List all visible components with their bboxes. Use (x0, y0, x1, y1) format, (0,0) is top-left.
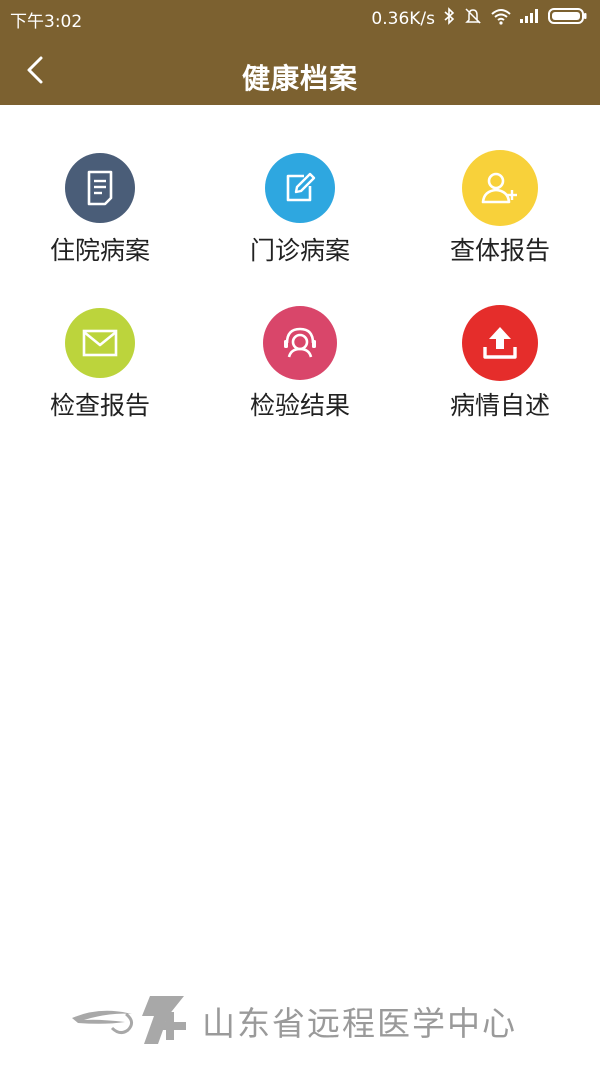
org-name: 山东省远程医学中心 (202, 1004, 517, 1043)
headset-user-icon (263, 306, 337, 380)
user-add-icon (462, 150, 538, 226)
status-bar: 下午3:02 0.36K/s (0, 0, 600, 35)
status-time: 下午3:02 (10, 12, 83, 32)
menu-item-label: 检验结果 (249, 391, 350, 420)
menu-item-examination-report[interactable]: 检查报告 (0, 303, 200, 453)
menu-item-physical-exam-report[interactable]: 查体报告 (400, 148, 600, 298)
menu-item-outpatient-record[interactable]: 门诊病案 (200, 148, 400, 298)
status-right: 0.36K/s (371, 7, 588, 30)
network-speed: 0.36K/s (371, 8, 435, 29)
footer-logo: 山东省远程医学中心 (70, 992, 540, 1050)
menu-item-inpatient-record[interactable]: 住院病案 (0, 148, 200, 298)
mute-icon (463, 7, 483, 30)
menu-item-label: 检查报告 (49, 391, 150, 420)
upload-icon (462, 305, 538, 381)
menu-item-lab-results[interactable]: 检验结果 (200, 303, 400, 453)
menu-item-label: 病情自述 (449, 391, 550, 420)
wifi-icon (490, 7, 512, 30)
menu-item-label: 门诊病案 (249, 236, 350, 265)
menu-item-label: 查体报告 (449, 236, 550, 265)
signal-icon (519, 8, 541, 29)
menu-item-label: 住院病案 (49, 236, 150, 265)
document-icon (65, 153, 135, 223)
page-title: 健康档案 (241, 62, 358, 95)
mail-icon (65, 308, 135, 378)
edit-icon (265, 153, 335, 223)
logo-mark (72, 996, 186, 1044)
nav-bar: 健康档案 (0, 35, 600, 105)
menu-item-self-report[interactable]: 病情自述 (400, 303, 600, 453)
battery-icon (548, 7, 588, 30)
bluetooth-icon (442, 7, 456, 30)
